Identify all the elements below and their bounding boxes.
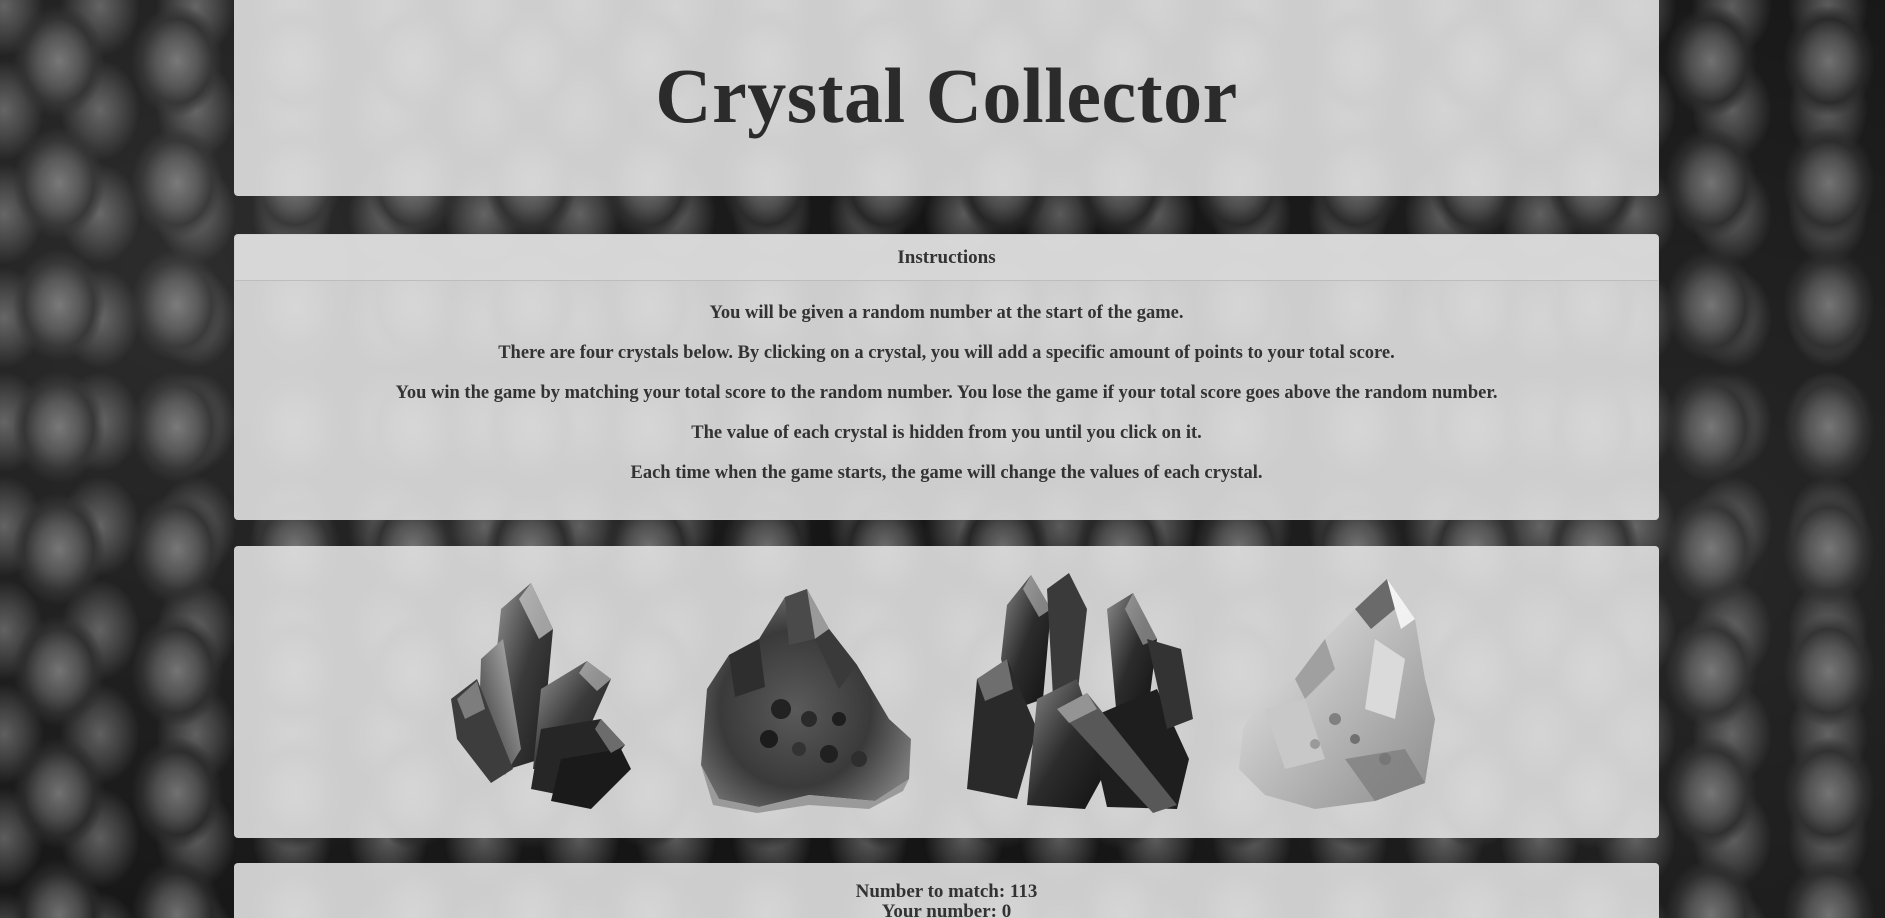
crystal-1-button[interactable] (421, 569, 659, 815)
header-jumbotron: Crystal Collector (234, 0, 1659, 196)
instruction-line: You will be given a random number at the… (709, 303, 1184, 323)
instruction-line: The value of each crystal is hidden from… (691, 423, 1202, 443)
target-label: Number to match: (855, 881, 1006, 902)
instruction-line: Each time when the game starts, the game… (630, 463, 1263, 483)
crystal-2-button[interactable] (689, 569, 927, 815)
crystal-row (421, 569, 1463, 815)
crystal-3-button[interactable] (957, 569, 1195, 815)
instructions-heading: Instructions (235, 235, 1658, 281)
instructions-body: You will be given a random number at the… (235, 281, 1658, 493)
crystal-4-icon (1238, 579, 1435, 809)
score-panel: Number to match: 113 Your number: 0 (234, 863, 1659, 918)
your-number: Your number: 0 (234, 902, 1659, 918)
page-title: Crystal Collector (655, 52, 1238, 139)
instruction-line: You win the game by matching your total … (395, 383, 1498, 403)
crystal-1-icon (450, 583, 631, 809)
crystal-2-icon (700, 589, 911, 813)
target-number: Number to match: 113 (234, 882, 1659, 902)
instructions-panel: Instructions You will be given a random … (234, 234, 1659, 520)
crystal-3-icon (966, 573, 1193, 813)
your-number-label: Your number: (881, 901, 997, 918)
target-value: 113 (1009, 881, 1038, 902)
instruction-line: There are four crystals below. By clicki… (498, 343, 1395, 363)
crystals-panel (234, 546, 1659, 838)
your-number-value: 0 (1001, 901, 1012, 918)
crystal-4-button[interactable] (1225, 569, 1463, 815)
